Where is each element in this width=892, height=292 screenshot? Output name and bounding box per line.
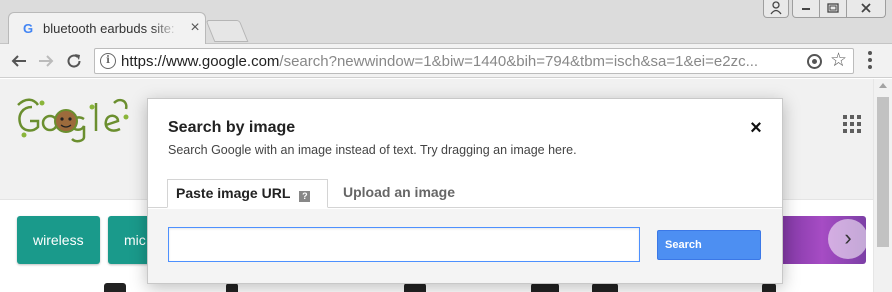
- image-url-input[interactable]: [168, 227, 640, 262]
- tab-close-icon[interactable]: ×: [187, 19, 203, 37]
- forward-arrow-icon[interactable]: [34, 49, 58, 73]
- kebab-menu-icon[interactable]: [866, 51, 874, 71]
- result-thumbnail[interactable]: [762, 283, 776, 292]
- browser-titlebar: G bluetooth earbuds site: ×: [0, 0, 892, 45]
- search-button-label: Search: [665, 239, 702, 251]
- browser-toolbar: i https://www.google.com/search?newwindo…: [0, 44, 892, 78]
- browser-tab[interactable]: G bluetooth earbuds site: ×: [8, 12, 206, 45]
- tab-title: bluetooth earbuds site:: [43, 21, 175, 36]
- window-close-icon[interactable]: [846, 0, 886, 18]
- new-tab-button[interactable]: [205, 20, 249, 42]
- search-by-image-button[interactable]: Search: [657, 230, 761, 260]
- help-icon[interactable]: ?: [299, 191, 311, 202]
- tab-upload-an-image[interactable]: Upload an image: [335, 179, 463, 208]
- google-doodle-logo[interactable]: [14, 95, 132, 143]
- apps-grid-icon[interactable]: [843, 115, 861, 133]
- google-favicon-icon: G: [23, 21, 34, 36]
- url-text[interactable]: https://www.google.com/search?newwindow=…: [121, 53, 801, 70]
- scroll-up-arrow-icon[interactable]: [879, 83, 887, 88]
- profile-icon[interactable]: [763, 0, 789, 18]
- result-thumbnail[interactable]: [531, 283, 559, 292]
- search-by-image-dialog: Search by image × Search Google with an …: [147, 98, 783, 284]
- restore-icon[interactable]: [819, 0, 847, 18]
- star-icon[interactable]: ☆: [830, 50, 847, 72]
- tab-paste-image-url[interactable]: Paste image URL?: [167, 179, 328, 208]
- related-chip-wireless[interactable]: wireless: [17, 216, 100, 264]
- result-thumbnail[interactable]: [404, 283, 426, 292]
- result-thumbnail[interactable]: [104, 283, 126, 292]
- tab-label: Paste image URL: [176, 185, 291, 201]
- page-scrollbar[interactable]: [873, 79, 892, 292]
- dialog-title: Search by image: [168, 119, 296, 136]
- dialog-subtitle: Search Google with an image instead of t…: [168, 143, 577, 157]
- dialog-tabs: Paste image URL? Upload an image: [148, 179, 782, 208]
- close-icon[interactable]: ×: [746, 118, 766, 138]
- chevron-right-icon[interactable]: ›: [828, 219, 868, 259]
- address-bar[interactable]: i https://www.google.com/search?newwindo…: [94, 48, 854, 74]
- result-thumbnail[interactable]: [592, 283, 618, 292]
- info-icon[interactable]: i: [100, 53, 116, 69]
- paste-url-panel: Search: [148, 209, 782, 283]
- minimize-icon[interactable]: [792, 0, 820, 18]
- location-target-icon[interactable]: [807, 54, 822, 69]
- scrollbar-thumb[interactable]: [877, 97, 889, 247]
- reload-icon[interactable]: [62, 49, 86, 73]
- back-arrow-icon[interactable]: [7, 49, 31, 73]
- result-thumbnail[interactable]: [226, 283, 238, 292]
